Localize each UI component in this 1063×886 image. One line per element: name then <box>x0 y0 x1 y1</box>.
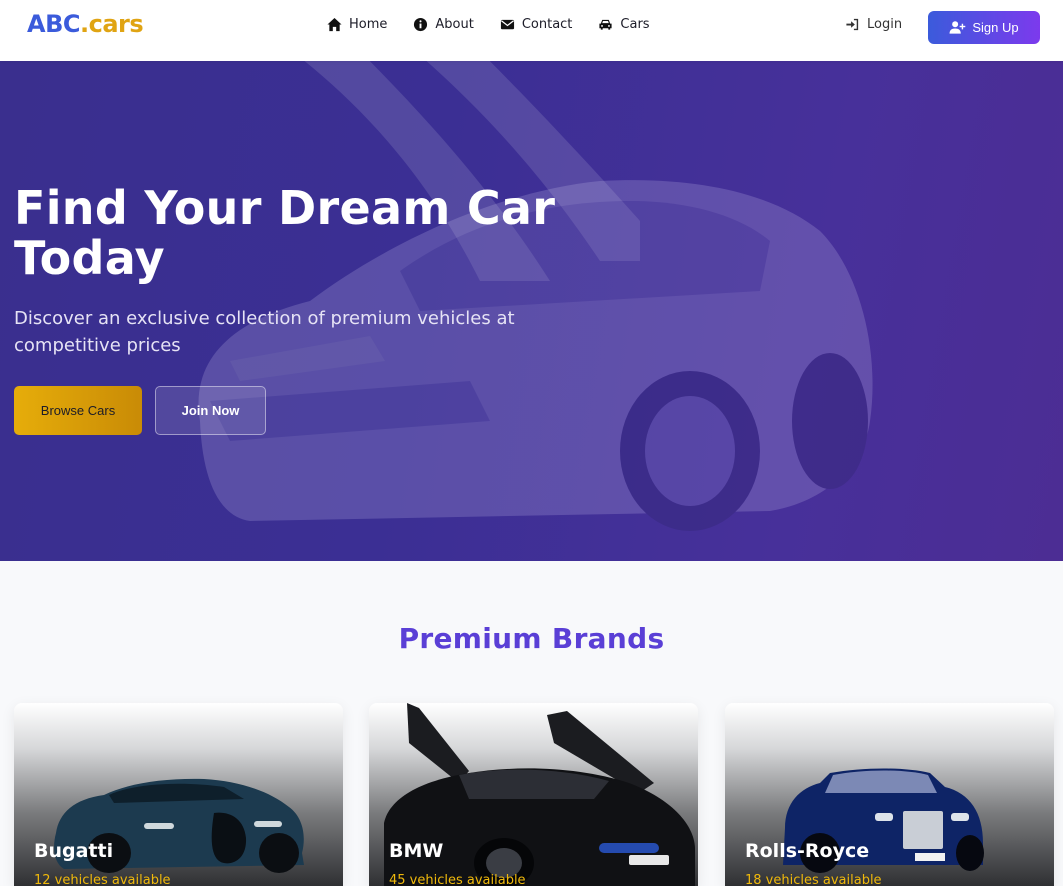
info-icon <box>414 17 428 32</box>
sign-in-icon <box>846 18 859 31</box>
brand-count: 18 vehicles available <box>745 873 882 886</box>
nav-about-label: About <box>435 17 474 32</box>
brand-card-bmw[interactable]: BMW 45 vehicles available <box>369 703 698 886</box>
envelope-icon <box>500 19 514 30</box>
signup-button[interactable]: Sign Up <box>928 11 1040 44</box>
hero-subtitle: Discover an exclusive collection of prem… <box>14 308 515 356</box>
nav-home[interactable]: Home <box>327 17 387 32</box>
nav-cars-label: Cars <box>620 17 650 32</box>
user-plus-icon <box>949 21 966 34</box>
brand-count: 45 vehicles available <box>389 873 526 886</box>
car-icon <box>599 19 612 30</box>
nav-home-label: Home <box>349 17 388 32</box>
browse-cars-button[interactable]: Browse Cars <box>14 386 142 435</box>
brand-name: Rolls-Royce <box>745 840 870 862</box>
logo-cars: .cars <box>79 10 144 38</box>
hero-title: Find Your Dream Car Today <box>14 181 556 285</box>
signup-label: Sign Up <box>972 20 1019 35</box>
login-link[interactable]: Login <box>845 17 902 32</box>
login-label: Login <box>867 17 903 32</box>
nav-about[interactable]: About <box>413 17 474 32</box>
nav-cars[interactable]: Cars <box>598 17 650 32</box>
nav-links: Home About Contact Cars <box>327 17 650 32</box>
brands-section-title: Premium Brands <box>398 622 665 655</box>
logo-abc: ABC <box>27 10 80 38</box>
nav-contact[interactable]: Contact <box>500 17 573 32</box>
brand-name: Bugatti <box>34 840 114 862</box>
brand-card-rolls-royce[interactable]: Rolls-Royce 18 vehicles available <box>725 703 1054 886</box>
logo[interactable]: ABC.cars <box>27 10 144 38</box>
brand-name: BMW <box>389 840 444 862</box>
home-icon <box>327 17 342 32</box>
nav-contact-label: Contact <box>521 17 573 32</box>
navbar: ABC.cars Home About Contact Cars Login S… <box>0 0 1063 61</box>
hero-section: Find Your Dream Car Today Discover an ex… <box>0 61 1063 561</box>
join-now-button[interactable]: Join Now <box>155 386 266 435</box>
brand-count: 12 vehicles available <box>34 873 171 886</box>
brand-card-bugatti[interactable]: Bugatti 12 vehicles available <box>14 703 343 886</box>
